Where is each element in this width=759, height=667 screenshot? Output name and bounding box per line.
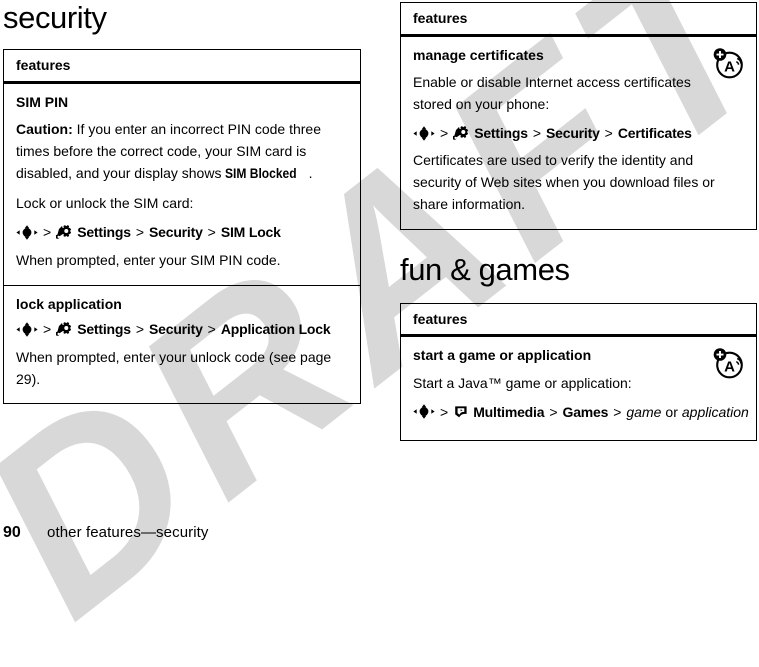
table-header-features: features — [401, 3, 756, 37]
settings-gear-icon — [452, 125, 471, 141]
path-separator: > — [604, 124, 613, 141]
page-title-security: security — [3, 0, 107, 35]
menu-item-sim-lock: SIM Lock — [220, 224, 281, 241]
running-head: other features—security — [47, 524, 209, 541]
voice-command-a-icon: A — [712, 347, 746, 379]
menu-path: > Multimedia > Games > game or applicati… — [413, 403, 749, 421]
multimedia-icon — [453, 404, 469, 420]
path-separator: > — [532, 124, 542, 141]
left-column: security features SIM PIN Caution: If yo… — [3, 0, 361, 405]
feature-paragraph: Lock or unlock the SIM card: — [16, 195, 194, 212]
path-separator: > — [43, 224, 52, 241]
table-row: lock application > Settings > Security >… — [4, 284, 360, 404]
path-separator: > — [207, 321, 216, 338]
path-separator: > — [440, 403, 449, 420]
features-table-games: features A start a game or application S… — [400, 302, 757, 442]
menu-item-settings: Settings — [77, 321, 131, 338]
menu-path: > Settings > Security — [16, 321, 348, 338]
table-row: A start a game or application Start a Ja… — [401, 337, 756, 440]
page-footer: 90 other features—security — [3, 524, 209, 542]
path-separator: > — [207, 224, 216, 241]
path-separator: > — [549, 403, 558, 420]
menu-item-multimedia: Multimedia — [473, 403, 545, 420]
feature-title: SIM PIN — [16, 93, 69, 110]
path-separator: > — [43, 321, 52, 338]
path-separator: > — [440, 124, 449, 141]
table-header-features: features — [4, 50, 360, 84]
menu-item-settings: Settings — [474, 124, 528, 141]
features-table-security: features SIM PIN Caution: If you enter a… — [3, 49, 361, 405]
feature-paragraph: When prompted, enter your unlock code (s… — [16, 348, 332, 387]
feature-paragraph: Caution: If you enter an incorrect PIN c… — [16, 119, 334, 184]
settings-gear-icon — [55, 224, 74, 240]
feature-title: lock application — [16, 295, 122, 312]
features-table-certificates: features A manage certificates Enable or… — [400, 2, 757, 230]
caution-label: Caution: — [16, 121, 73, 138]
caution-period: . — [308, 164, 313, 181]
voice-command-a-icon: A — [712, 47, 746, 79]
screen-text-sim-blocked: SIM Blocked — [225, 164, 297, 181]
table-row: SIM PIN Caution: If you enter an incorre… — [4, 84, 360, 285]
menu-item-application-lock: Application Lock — [220, 321, 331, 338]
feature-paragraph: Start a Java™ game or application: — [413, 374, 632, 391]
menu-conjunction-or: or — [665, 403, 678, 420]
page-title-fun-and-games: fun & games — [400, 251, 570, 287]
svg-text:A: A — [724, 359, 735, 376]
feature-paragraph: When prompted, enter your SIM PIN code. — [16, 251, 281, 268]
table-header-features: features — [401, 304, 756, 338]
feature-paragraph: Enable or disable Internet access certif… — [413, 74, 691, 112]
menu-path: > Settings > Security — [16, 224, 348, 241]
menu-item-games: Games — [562, 403, 609, 420]
menu-item-security: Security — [149, 224, 203, 241]
menu-item-application-placeholder: application — [681, 403, 749, 420]
settings-gear-icon — [55, 321, 74, 337]
path-separator: > — [135, 224, 145, 241]
manual-page: security features SIM PIN Caution: If yo… — [0, 0, 759, 550]
nav-key-icon — [16, 225, 38, 240]
menu-item-security: Security — [546, 124, 600, 141]
page-number: 90 — [3, 524, 21, 541]
menu-item-settings: Settings — [77, 224, 131, 241]
nav-key-icon — [413, 404, 435, 420]
menu-item-security: Security — [149, 321, 203, 338]
menu-path: > Settings > Security — [413, 125, 744, 142]
menu-item-game-placeholder: game — [626, 403, 662, 420]
nav-key-icon — [413, 125, 435, 141]
nav-key-icon — [16, 322, 38, 337]
menu-item-certificates: Certificates — [617, 124, 692, 141]
path-separator: > — [135, 321, 145, 338]
right-column: features A manage certificates Enable or… — [400, 0, 757, 442]
path-separator: > — [613, 403, 622, 420]
feature-title: manage certificates — [413, 46, 544, 63]
feature-paragraph: Certificates are used to verify the iden… — [413, 152, 715, 212]
feature-title: start a game or application — [413, 347, 592, 364]
svg-text:A: A — [724, 58, 735, 75]
table-row: A manage certificates Enable or disable … — [401, 37, 756, 229]
